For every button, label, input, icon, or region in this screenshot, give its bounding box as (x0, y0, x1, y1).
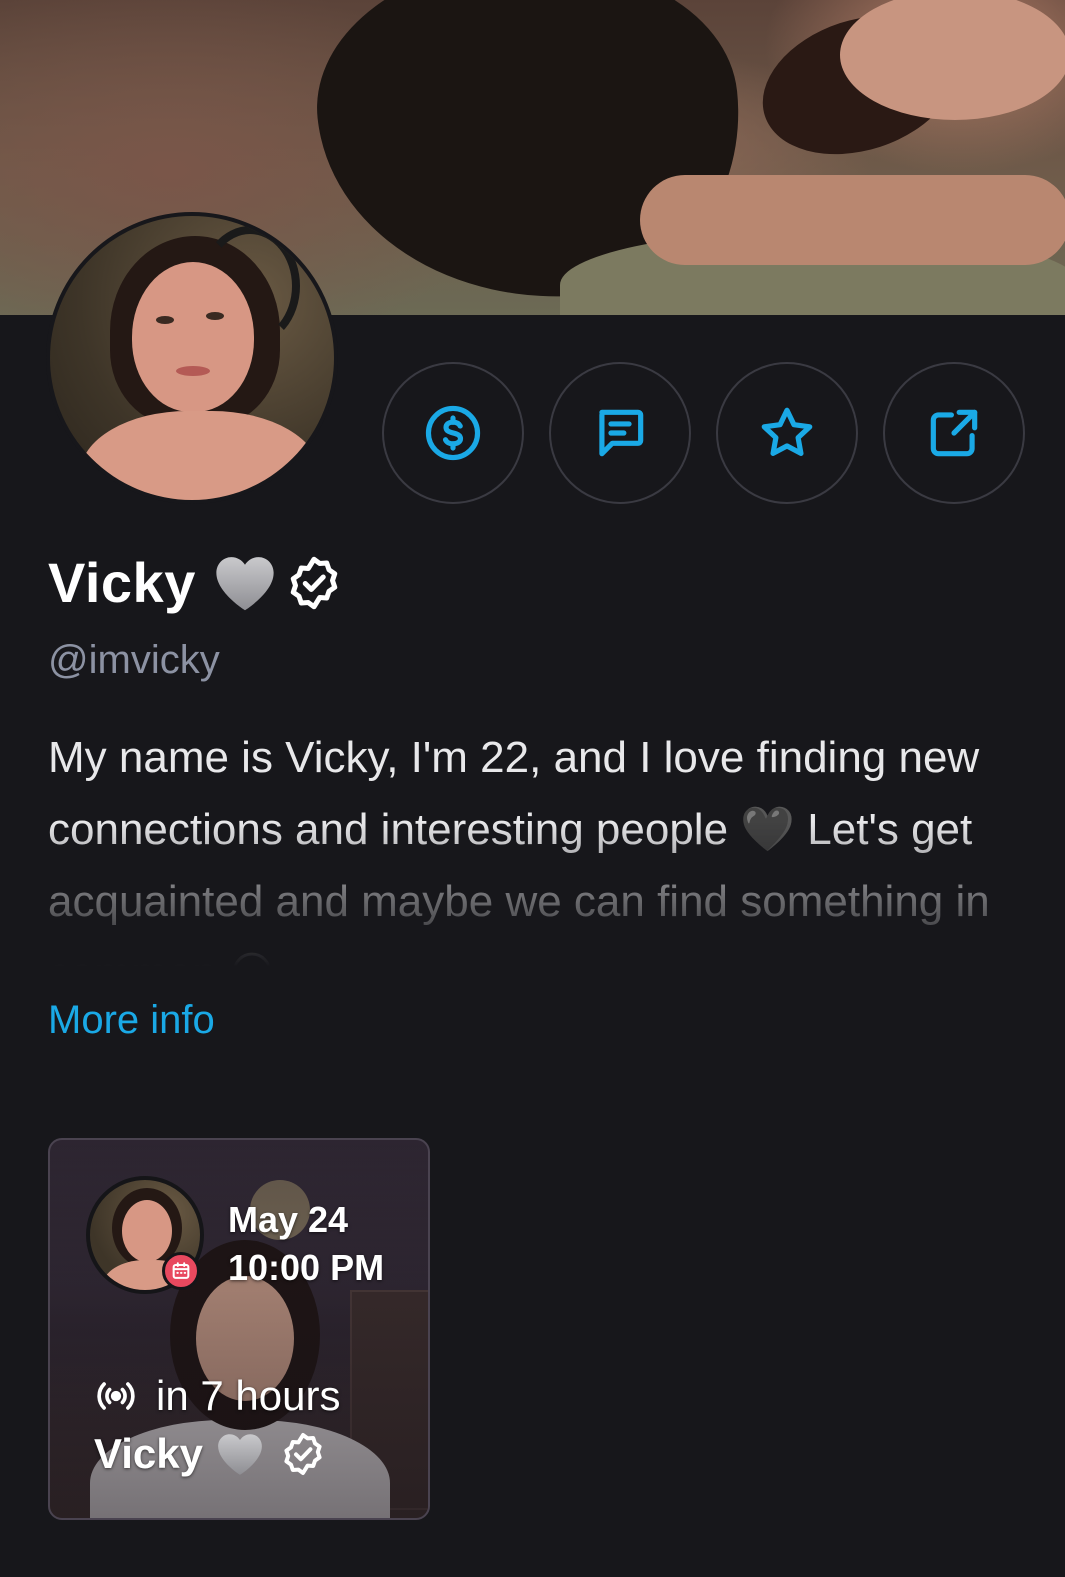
stream-countdown: in 7 hours (156, 1372, 341, 1419)
verified-icon (284, 1433, 322, 1475)
stream-schedule: May 24 10:00 PM (228, 1196, 384, 1292)
heart-icon (216, 556, 274, 610)
dollar-icon (425, 405, 481, 461)
more-info-link[interactable]: More info (48, 998, 215, 1043)
verified-icon (290, 556, 338, 609)
profile-handle: @imvicky (48, 638, 220, 682)
message-icon (599, 409, 644, 457)
calendar-badge (162, 1252, 200, 1290)
heart-icon (218, 1434, 262, 1475)
tip-button[interactable] (382, 362, 524, 504)
stream-streamer-row: Vicky (94, 1430, 327, 1478)
share-button[interactable] (883, 362, 1025, 504)
stream-time: 10:00 PM (228, 1247, 385, 1288)
calendar-icon (172, 1262, 190, 1279)
star-icon (761, 407, 813, 456)
broadcast-icon (97, 1382, 135, 1410)
stream-countdown-row: in 7 hours (94, 1372, 340, 1420)
profile-name: Vicky (48, 551, 196, 614)
profile-avatar[interactable] (46, 212, 338, 504)
profile-page: Vicky @imvicky My name is Vicky, I'm 22,… (0, 0, 1065, 1577)
share-icon (930, 409, 978, 457)
message-button[interactable] (549, 362, 691, 504)
profile-name-row: Vicky (48, 550, 344, 615)
scheduled-stream-card[interactable]: May 24 10:00 PM in 7 hours Vicky (48, 1138, 430, 1520)
stream-date: May 24 (228, 1199, 349, 1240)
favorite-button[interactable] (716, 362, 858, 504)
streamer-name: Vicky (94, 1430, 203, 1477)
profile-bio: My name is Vicky, I'm 22, and I love fin… (48, 733, 990, 972)
profile-actions (382, 362, 1025, 504)
